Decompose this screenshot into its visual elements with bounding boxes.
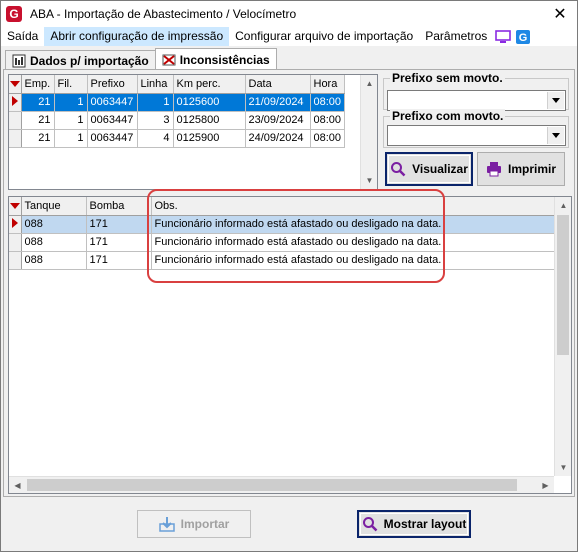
scroll-down-icon[interactable]: ▼ — [555, 459, 571, 476]
cell[interactable]: 088 — [21, 215, 87, 234]
horizontal-scrollbar[interactable]: ◀ ▶ — [9, 476, 554, 493]
prefix-with-movement-group: Prefixo com movto. — [383, 109, 569, 148]
col-bomba[interactable]: Bomba — [86, 197, 152, 216]
cell[interactable]: 21 — [21, 129, 55, 148]
scroll-down-icon[interactable]: ▼ — [361, 172, 377, 189]
prefix-without-movement-label: Prefixo sem movto. — [390, 71, 505, 85]
cell[interactable]: 24/09/2024 — [245, 129, 311, 148]
title-bar: G ABA - Importação de Abastecimento / Ve… — [1, 1, 577, 27]
vertical-scrollbar[interactable]: ▲ ▼ — [554, 197, 571, 476]
cell[interactable]: 08:00 — [310, 129, 346, 148]
tab-panel: Emp. Fil. Prefixo Linha Km perc. Data Ho… — [3, 69, 575, 497]
tab-inconsistencies[interactable]: Inconsistências — [154, 48, 277, 70]
cell[interactable]: 21/09/2024 — [245, 93, 311, 112]
col-hora[interactable]: Hora — [310, 75, 346, 94]
current-row-icon — [11, 95, 18, 106]
tab-label: Dados p/ importação — [30, 53, 149, 68]
annotation-highlight — [147, 189, 445, 283]
main-window: G ABA - Importação de Abastecimento / Ve… — [0, 0, 578, 552]
cell[interactable]: 171 — [86, 215, 152, 234]
scroll-right-icon[interactable]: ▶ — [537, 477, 554, 493]
button-label: Imprimir — [507, 162, 556, 176]
col-data[interactable]: Data — [245, 75, 311, 94]
cell[interactable]: 21 — [21, 93, 55, 112]
cell[interactable]: 08:00 — [310, 93, 346, 112]
records-grid[interactable]: Emp. Fil. Prefixo Linha Km perc. Data Ho… — [8, 74, 378, 190]
scroll-up-icon[interactable]: ▲ — [361, 75, 377, 92]
col-linha[interactable]: Linha — [137, 75, 174, 94]
cell[interactable]: 0063447 — [87, 93, 138, 112]
table-row[interactable]: 21 1 0063447 3 0125800 23/09/2024 08:00 — [9, 111, 346, 130]
importar-button[interactable]: Importar — [137, 510, 251, 538]
prefix-without-movement-select[interactable] — [387, 90, 566, 111]
cell[interactable]: 0063447 — [87, 111, 138, 130]
scroll-thumb[interactable] — [27, 479, 517, 491]
menu-bar: Saída Abrir configuração de impressão Co… — [1, 27, 577, 46]
header-indicator — [9, 197, 22, 216]
vertical-scrollbar[interactable]: ▲ ▼ — [360, 75, 377, 189]
monitor-icon[interactable] — [493, 27, 513, 46]
window-title: ABA - Importação de Abastecimento / Velo… — [30, 7, 297, 21]
menu-item-import-config[interactable]: Configurar arquivo de importação — [229, 27, 419, 46]
brand-g-icon[interactable]: G — [513, 27, 533, 46]
visualizar-button[interactable]: Visualizar — [385, 152, 473, 186]
tab-data-import[interactable]: Dados p/ importação — [5, 50, 156, 70]
chevron-down-icon[interactable] — [547, 127, 564, 144]
cell[interactable]: 171 — [86, 251, 152, 270]
col-emp[interactable]: Emp. — [21, 75, 55, 94]
app-logo-icon: G — [6, 6, 22, 22]
col-fil[interactable]: Fil. — [54, 75, 88, 94]
menu-item-saida[interactable]: Saída — [1, 27, 44, 46]
prefix-with-movement-label: Prefixo com movto. — [390, 109, 506, 123]
printer-icon — [486, 162, 501, 177]
cell[interactable]: 0125600 — [173, 93, 246, 112]
cell[interactable]: 088 — [21, 233, 87, 252]
action-button-group: Visualizar Imprimir — [383, 152, 569, 190]
cell[interactable]: 21 — [21, 111, 55, 130]
cell[interactable]: 4 — [137, 129, 174, 148]
tab-strip: Dados p/ importação Inconsistências — [5, 48, 277, 70]
mostrar-layout-button[interactable]: Mostrar layout — [357, 510, 471, 538]
col-prefixo[interactable]: Prefixo — [87, 75, 138, 94]
current-row-icon — [11, 217, 18, 228]
cell[interactable]: 0125800 — [173, 111, 246, 130]
magnifier-icon — [362, 517, 378, 532]
inconsistency-icon — [162, 54, 176, 65]
cell[interactable]: 0063447 — [87, 129, 138, 148]
button-label: Visualizar — [412, 162, 468, 176]
header-indicator — [9, 75, 22, 94]
scroll-left-icon[interactable]: ◀ — [9, 477, 26, 493]
table-row[interactable]: 21 1 0063447 4 0125900 24/09/2024 08:00 — [9, 129, 346, 148]
chevron-down-icon[interactable] — [547, 92, 564, 109]
menu-item-parameters[interactable]: Parâmetros — [419, 27, 493, 46]
col-tanque[interactable]: Tanque — [21, 197, 87, 216]
data-icon — [12, 54, 26, 67]
magnifier-icon — [391, 162, 406, 177]
menu-item-print-config[interactable]: Abrir configuração de impressão — [44, 27, 230, 46]
cell[interactable]: 1 — [54, 129, 88, 148]
scroll-thumb[interactable] — [557, 215, 569, 355]
imprimir-button[interactable]: Imprimir — [477, 152, 565, 186]
cell[interactable]: 23/09/2024 — [245, 111, 311, 130]
button-label: Importar — [180, 517, 230, 531]
svg-text:G: G — [519, 32, 528, 44]
prefix-without-movement-group: Prefixo sem movto. — [383, 71, 569, 111]
scroll-up-icon[interactable]: ▲ — [555, 197, 571, 214]
cell[interactable]: 1 — [137, 93, 174, 112]
prefix-with-movement-select[interactable] — [387, 125, 566, 146]
table-row[interactable]: 21 1 0063447 1 0125600 21/09/2024 08:00 — [9, 93, 346, 112]
cell[interactable]: 1 — [54, 93, 88, 112]
cell[interactable]: 3 — [137, 111, 174, 130]
col-km[interactable]: Km perc. — [173, 75, 246, 94]
cell[interactable]: 08:00 — [310, 111, 346, 130]
close-button[interactable]: ✕ — [543, 1, 577, 27]
cell[interactable]: 088 — [21, 251, 87, 270]
import-icon — [158, 517, 175, 532]
cell[interactable]: 0125900 — [173, 129, 246, 148]
cell[interactable]: 171 — [86, 233, 152, 252]
tab-label: Inconsistências — [179, 52, 270, 67]
button-label: Mostrar layout — [383, 517, 467, 531]
cell[interactable]: 1 — [54, 111, 88, 130]
